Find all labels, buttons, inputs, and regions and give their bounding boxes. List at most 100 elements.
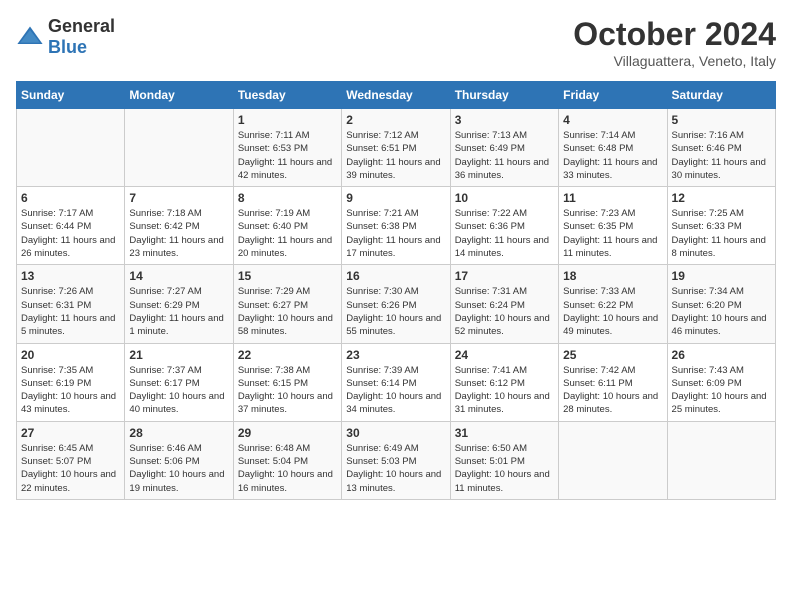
day-number: 28 [129, 426, 228, 440]
day-detail: Sunrise: 7:30 AM Sunset: 6:26 PM Dayligh… [346, 285, 445, 338]
calendar-day-cell: 26 Sunrise: 7:43 AM Sunset: 6:09 PM Dayli… [667, 343, 775, 421]
calendar-day-cell: 16 Sunrise: 7:30 AM Sunset: 6:26 PM Dayli… [342, 265, 450, 343]
day-detail: Sunrise: 7:23 AM Sunset: 6:35 PM Dayligh… [563, 207, 662, 260]
day-number: 19 [672, 269, 771, 283]
day-number: 12 [672, 191, 771, 205]
day-detail: Sunrise: 7:29 AM Sunset: 6:27 PM Dayligh… [238, 285, 337, 338]
calendar-week-row: 27 Sunrise: 6:45 AM Sunset: 5:07 PM Dayli… [17, 421, 776, 499]
calendar-day-cell [559, 421, 667, 499]
day-detail: Sunrise: 7:37 AM Sunset: 6:17 PM Dayligh… [129, 364, 228, 417]
day-number: 13 [21, 269, 120, 283]
calendar-body: 1 Sunrise: 7:11 AM Sunset: 6:53 PM Daylig… [17, 109, 776, 500]
day-number: 11 [563, 191, 662, 205]
day-detail: Sunrise: 7:11 AM Sunset: 6:53 PM Dayligh… [238, 129, 337, 182]
day-number: 31 [455, 426, 554, 440]
logo: General Blue [16, 16, 115, 58]
day-detail: Sunrise: 6:45 AM Sunset: 5:07 PM Dayligh… [21, 442, 120, 495]
calendar-day-cell: 6 Sunrise: 7:17 AM Sunset: 6:44 PM Daylig… [17, 187, 125, 265]
day-detail: Sunrise: 7:16 AM Sunset: 6:46 PM Dayligh… [672, 129, 771, 182]
day-number: 4 [563, 113, 662, 127]
day-number: 26 [672, 348, 771, 362]
calendar-header-cell: Tuesday [233, 82, 341, 109]
title-block: October 2024 Villaguattera, Veneto, Ital… [573, 16, 776, 69]
logo-general: General [48, 16, 115, 36]
day-number: 2 [346, 113, 445, 127]
calendar-day-cell: 11 Sunrise: 7:23 AM Sunset: 6:35 PM Dayli… [559, 187, 667, 265]
day-detail: Sunrise: 7:13 AM Sunset: 6:49 PM Dayligh… [455, 129, 554, 182]
day-number: 16 [346, 269, 445, 283]
calendar-day-cell: 8 Sunrise: 7:19 AM Sunset: 6:40 PM Daylig… [233, 187, 341, 265]
calendar-day-cell: 21 Sunrise: 7:37 AM Sunset: 6:17 PM Dayli… [125, 343, 233, 421]
page-subtitle: Villaguattera, Veneto, Italy [573, 53, 776, 69]
day-number: 6 [21, 191, 120, 205]
calendar-week-row: 6 Sunrise: 7:17 AM Sunset: 6:44 PM Daylig… [17, 187, 776, 265]
day-detail: Sunrise: 7:17 AM Sunset: 6:44 PM Dayligh… [21, 207, 120, 260]
day-number: 22 [238, 348, 337, 362]
calendar-day-cell: 5 Sunrise: 7:16 AM Sunset: 6:46 PM Daylig… [667, 109, 775, 187]
day-detail: Sunrise: 7:18 AM Sunset: 6:42 PM Dayligh… [129, 207, 228, 260]
calendar-week-row: 1 Sunrise: 7:11 AM Sunset: 6:53 PM Daylig… [17, 109, 776, 187]
calendar-day-cell: 7Sunrise: 7:18 AM Sunset: 6:42 PM Daylig… [125, 187, 233, 265]
calendar-day-cell: 2Sunrise: 7:12 AM Sunset: 6:51 PM Daylig… [342, 109, 450, 187]
day-number: 18 [563, 269, 662, 283]
day-detail: Sunrise: 7:34 AM Sunset: 6:20 PM Dayligh… [672, 285, 771, 338]
day-number: 5 [672, 113, 771, 127]
calendar-header-cell: Sunday [17, 82, 125, 109]
logo-icon [16, 23, 44, 51]
day-number: 3 [455, 113, 554, 127]
calendar-header-cell: Thursday [450, 82, 558, 109]
day-detail: Sunrise: 7:14 AM Sunset: 6:48 PM Dayligh… [563, 129, 662, 182]
page-header: General Blue October 2024 Villaguattera,… [16, 16, 776, 69]
day-detail: Sunrise: 7:41 AM Sunset: 6:12 PM Dayligh… [455, 364, 554, 417]
day-detail: Sunrise: 7:22 AM Sunset: 6:36 PM Dayligh… [455, 207, 554, 260]
day-detail: Sunrise: 7:21 AM Sunset: 6:38 PM Dayligh… [346, 207, 445, 260]
day-number: 9 [346, 191, 445, 205]
day-detail: Sunrise: 7:35 AM Sunset: 6:19 PM Dayligh… [21, 364, 120, 417]
calendar-day-cell: 12 Sunrise: 7:25 AM Sunset: 6:33 PM Dayli… [667, 187, 775, 265]
calendar-day-cell: 17Sunrise: 7:31 AM Sunset: 6:24 PM Dayli… [450, 265, 558, 343]
calendar-day-cell: 24 Sunrise: 7:41 AM Sunset: 6:12 PM Dayli… [450, 343, 558, 421]
calendar-day-cell: 19 Sunrise: 7:34 AM Sunset: 6:20 PM Dayli… [667, 265, 775, 343]
day-detail: Sunrise: 7:39 AM Sunset: 6:14 PM Dayligh… [346, 364, 445, 417]
day-number: 15 [238, 269, 337, 283]
calendar-day-cell: 13 Sunrise: 7:26 AM Sunset: 6:31 PM Dayli… [17, 265, 125, 343]
calendar-header-row: SundayMondayTuesdayWednesdayThursdayFrid… [17, 82, 776, 109]
day-detail: Sunrise: 7:38 AM Sunset: 6:15 PM Dayligh… [238, 364, 337, 417]
calendar-header-cell: Wednesday [342, 82, 450, 109]
day-detail: Sunrise: 7:43 AM Sunset: 6:09 PM Dayligh… [672, 364, 771, 417]
day-detail: Sunrise: 6:48 AM Sunset: 5:04 PM Dayligh… [238, 442, 337, 495]
calendar-day-cell: 1 Sunrise: 7:11 AM Sunset: 6:53 PM Daylig… [233, 109, 341, 187]
day-detail: Sunrise: 7:25 AM Sunset: 6:33 PM Dayligh… [672, 207, 771, 260]
calendar-day-cell: 25 Sunrise: 7:42 AM Sunset: 6:11 PM Dayli… [559, 343, 667, 421]
day-number: 30 [346, 426, 445, 440]
day-detail: Sunrise: 7:26 AM Sunset: 6:31 PM Dayligh… [21, 285, 120, 338]
day-number: 8 [238, 191, 337, 205]
calendar-day-cell [667, 421, 775, 499]
day-number: 23 [346, 348, 445, 362]
calendar-day-cell: 31 Sunrise: 6:50 AM Sunset: 5:01 PM Dayli… [450, 421, 558, 499]
day-detail: Sunrise: 6:49 AM Sunset: 5:03 PM Dayligh… [346, 442, 445, 495]
calendar-header-cell: Friday [559, 82, 667, 109]
day-number: 24 [455, 348, 554, 362]
calendar-day-cell: 29 Sunrise: 6:48 AM Sunset: 5:04 PM Dayli… [233, 421, 341, 499]
day-detail: Sunrise: 6:46 AM Sunset: 5:06 PM Dayligh… [129, 442, 228, 495]
day-number: 27 [21, 426, 120, 440]
calendar-day-cell: 18Sunrise: 7:33 AM Sunset: 6:22 PM Dayli… [559, 265, 667, 343]
day-number: 10 [455, 191, 554, 205]
calendar-day-cell: 20Sunrise: 7:35 AM Sunset: 6:19 PM Dayli… [17, 343, 125, 421]
day-detail: Sunrise: 7:42 AM Sunset: 6:11 PM Dayligh… [563, 364, 662, 417]
calendar-day-cell: 3 Sunrise: 7:13 AM Sunset: 6:49 PM Daylig… [450, 109, 558, 187]
day-number: 29 [238, 426, 337, 440]
day-number: 1 [238, 113, 337, 127]
day-number: 25 [563, 348, 662, 362]
day-detail: Sunrise: 7:31 AM Sunset: 6:24 PM Dayligh… [455, 285, 554, 338]
calendar-day-cell [125, 109, 233, 187]
day-detail: Sunrise: 7:19 AM Sunset: 6:40 PM Dayligh… [238, 207, 337, 260]
calendar-day-cell: 9 Sunrise: 7:21 AM Sunset: 6:38 PM Daylig… [342, 187, 450, 265]
day-number: 21 [129, 348, 228, 362]
logo-blue: Blue [48, 37, 87, 57]
calendar-week-row: 20Sunrise: 7:35 AM Sunset: 6:19 PM Dayli… [17, 343, 776, 421]
calendar-header-cell: Monday [125, 82, 233, 109]
page-title: October 2024 [573, 16, 776, 53]
day-detail: Sunrise: 6:50 AM Sunset: 5:01 PM Dayligh… [455, 442, 554, 495]
